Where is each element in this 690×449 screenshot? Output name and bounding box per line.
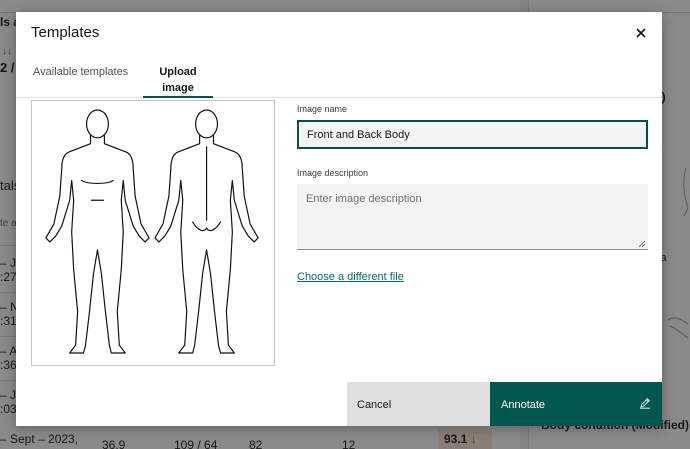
body-outline-image — [45, 109, 259, 354]
close-icon[interactable] — [634, 26, 648, 40]
image-description-label: Image description — [297, 168, 369, 178]
image-name-label: Image name — [297, 104, 348, 114]
image-description-input[interactable] — [297, 184, 648, 250]
cancel-button-label: Cancel — [357, 399, 392, 411]
image-preview — [31, 100, 275, 366]
modal-title: Templates — [31, 24, 100, 41]
annotate-button-label: Annotate — [501, 399, 546, 411]
tab-upload-image[interactable]: Upload image — [143, 62, 213, 98]
cancel-button[interactable]: Cancel — [347, 382, 490, 426]
annotate-button[interactable]: Annotate — [490, 382, 662, 426]
front-body-figure — [45, 109, 150, 354]
tab-available-templates[interactable]: Available templates — [33, 62, 128, 98]
modal-footer: Cancel Annotate — [16, 382, 662, 426]
pencil-icon — [640, 398, 650, 409]
modal-tabs: Available templates Upload image — [16, 62, 662, 98]
back-body-figure — [154, 109, 259, 354]
choose-different-file-link[interactable]: Choose a different file — [297, 271, 404, 283]
templates-modal: Templates Available templates Upload ima… — [16, 12, 662, 426]
resize-grip-icon[interactable] — [638, 240, 646, 248]
image-name-input[interactable] — [297, 120, 648, 149]
